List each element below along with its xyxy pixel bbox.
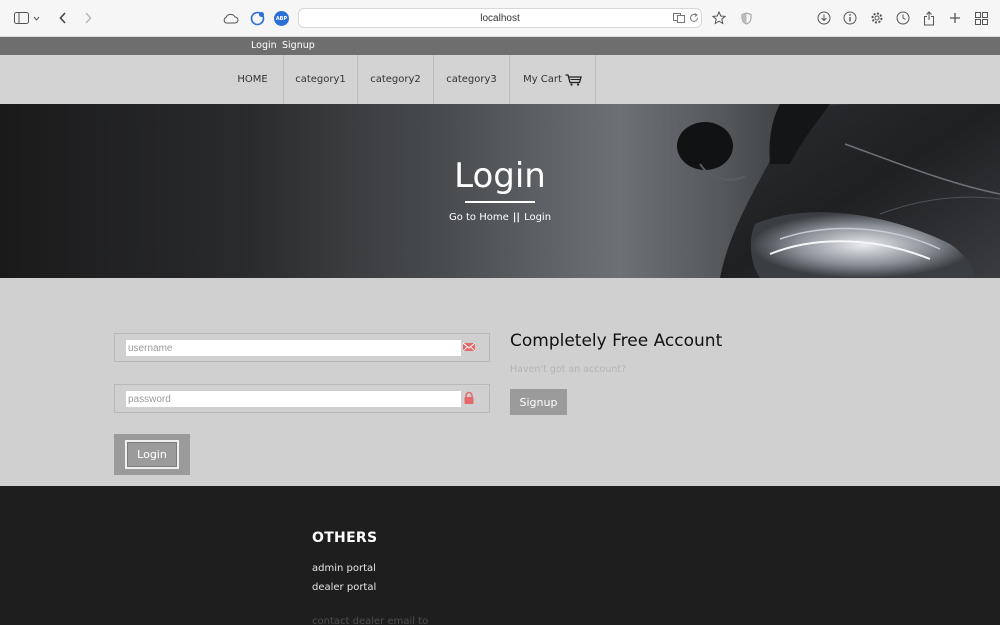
password-field-wrap — [114, 384, 490, 413]
sidebar-icon[interactable] — [12, 9, 30, 27]
info-icon[interactable] — [841, 9, 859, 27]
address-bar[interactable]: localhost — [298, 8, 702, 28]
adblock-icon[interactable]: ABP — [274, 11, 289, 26]
signup-button[interactable]: Signup — [510, 389, 567, 415]
nav-item-category2[interactable]: category2 — [358, 55, 434, 104]
nav-item-label: HOME — [237, 74, 268, 85]
footer-heading: OTHERS — [312, 530, 378, 546]
auth-bar: Login Signup — [0, 37, 1000, 55]
refresh-badge-icon[interactable] — [248, 9, 266, 27]
page-title: Login — [454, 156, 546, 196]
top-login-link[interactable]: Login — [251, 40, 277, 51]
footer-link-dealer-portal[interactable]: dealer portal — [312, 582, 376, 593]
hero-banner: Login Go to Home || Login — [0, 104, 1000, 278]
breadcrumb-separator: || — [512, 212, 521, 223]
login-button[interactable]: Login — [125, 440, 179, 469]
download-icon[interactable] — [815, 9, 833, 27]
nav-item-label: category1 — [295, 74, 346, 85]
translate-icon[interactable] — [673, 12, 685, 24]
chevron-down-icon[interactable] — [31, 9, 41, 27]
envelope-icon — [462, 342, 476, 352]
footer-contact-text[interactable]: contact dealer email to — [312, 616, 428, 625]
shield-icon[interactable] — [737, 9, 755, 27]
main-nav: HOME category1 category2 category3 My Ca… — [0, 55, 1000, 104]
nav-item-label: My Cart — [523, 74, 562, 85]
nav-item-cart[interactable]: My Cart — [510, 55, 596, 104]
tabs-grid-icon[interactable] — [972, 9, 990, 27]
nav-item-label: category3 — [446, 74, 497, 85]
breadcrumb-home-link[interactable]: Go to Home — [449, 212, 509, 223]
nav-item-category1[interactable]: category1 — [284, 55, 358, 104]
url-text: localhost — [480, 12, 520, 24]
history-icon[interactable] — [894, 9, 912, 27]
nav-item-category3[interactable]: category3 — [434, 55, 510, 104]
login-section: Login Completely Free Account Haven't go… — [0, 278, 1000, 486]
cart-icon — [565, 73, 582, 86]
lock-icon — [464, 391, 474, 404]
promo-title: Completely Free Account — [510, 331, 723, 351]
nav-item-home[interactable]: HOME — [222, 55, 284, 104]
password-input[interactable] — [126, 391, 461, 407]
reload-icon[interactable] — [688, 12, 700, 24]
back-icon[interactable] — [54, 9, 72, 27]
share-icon[interactable] — [920, 9, 938, 27]
login-button-frame: Login — [114, 434, 190, 475]
nav-item-label: category2 — [370, 74, 421, 85]
settings-icon[interactable] — [868, 9, 886, 27]
new-tab-icon[interactable] — [946, 9, 964, 27]
title-underline — [465, 201, 535, 203]
top-signup-link[interactable]: Signup — [282, 40, 315, 51]
forward-icon[interactable] — [79, 9, 97, 27]
breadcrumb-current: Login — [524, 212, 552, 223]
footer: OTHERS admin portal dealer portal contac… — [0, 486, 1000, 625]
username-field-wrap — [114, 333, 490, 362]
username-input[interactable] — [126, 340, 461, 356]
browser-toolbar: ABP localhost — [0, 0, 1000, 37]
cloud-icon[interactable] — [220, 9, 240, 27]
promo-subtitle: Haven't got an account? — [510, 364, 627, 375]
star-icon[interactable] — [710, 9, 728, 27]
footer-link-admin-portal[interactable]: admin portal — [312, 563, 376, 574]
breadcrumb: Go to Home || Login — [0, 212, 1000, 223]
